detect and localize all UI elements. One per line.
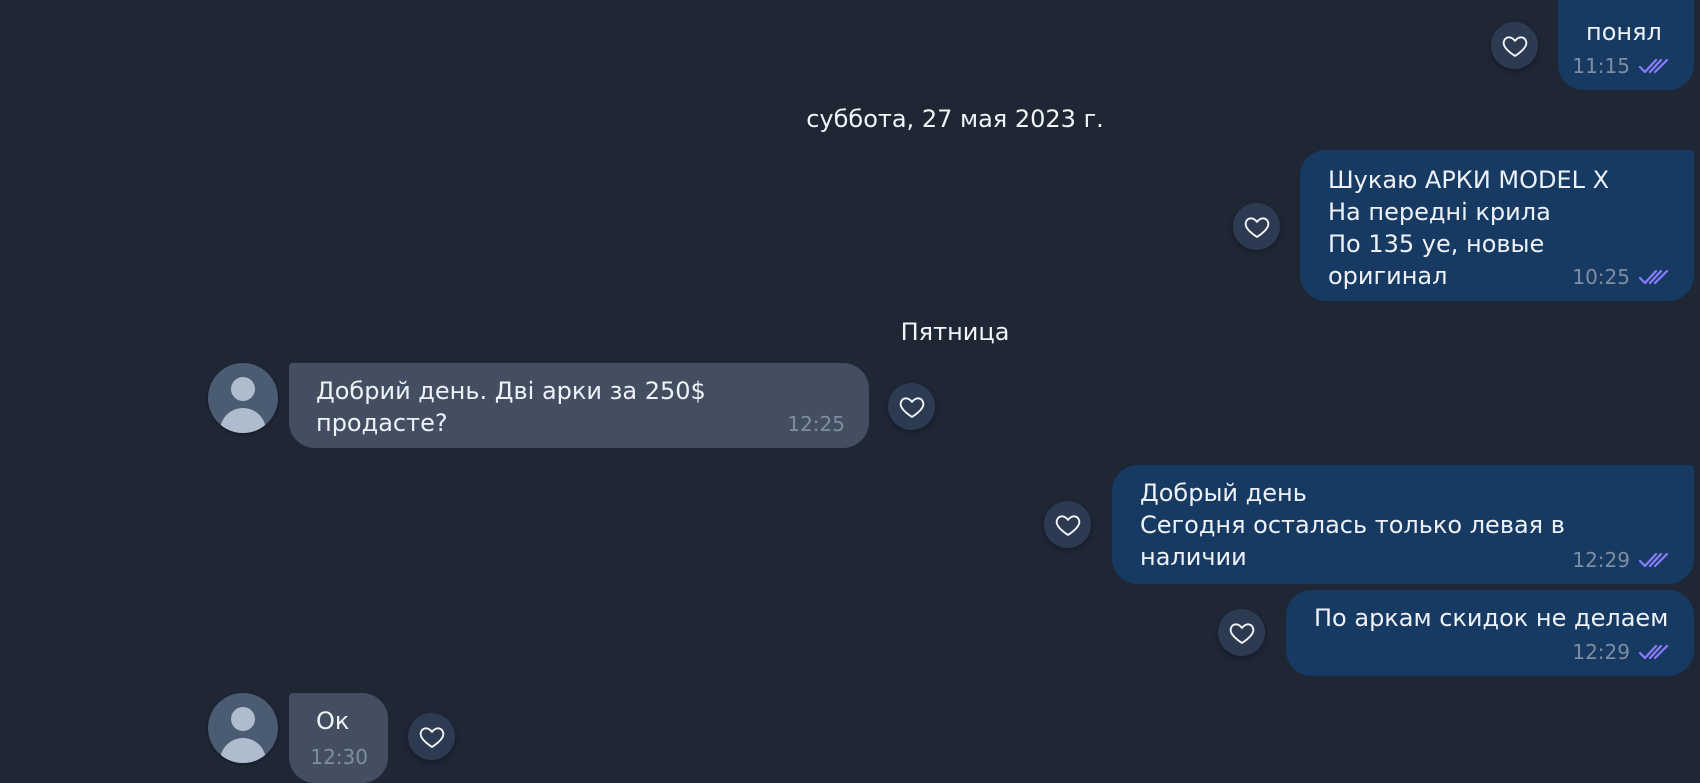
heart-icon[interactable] xyxy=(1233,203,1280,250)
message-text: Ок xyxy=(316,707,350,735)
message-time: 12:29 xyxy=(1572,640,1630,664)
message-time: 10:25 xyxy=(1572,265,1630,289)
message-text: понял xyxy=(1586,18,1662,46)
message-bubble-outgoing[interactable]: По аркам скидок не делаем 12:29 xyxy=(1286,590,1694,676)
double-check-icon xyxy=(1638,57,1670,75)
message-bubble-incoming[interactable]: Добрий день. Дві арки за 250$ продасте? … xyxy=(289,363,869,448)
message-text: По аркам скидок не делаем xyxy=(1314,604,1669,632)
user-avatar-icon[interactable] xyxy=(208,693,278,763)
date-separator: Пятница xyxy=(900,318,1010,346)
message-time: 11:15 xyxy=(1572,54,1630,78)
user-avatar-icon[interactable] xyxy=(208,363,278,433)
heart-icon[interactable] xyxy=(408,713,455,760)
message-bubble-outgoing[interactable]: Добрый день Сегодня осталась только лева… xyxy=(1112,465,1694,584)
double-check-icon xyxy=(1638,268,1670,286)
double-check-icon xyxy=(1638,551,1670,569)
message-bubble-outgoing[interactable]: понял 11:15 xyxy=(1558,0,1694,90)
message-bubble-outgoing[interactable]: Шукаю АРКИ MODEL X На передні крила По 1… xyxy=(1300,150,1694,301)
date-separator: суббота, 27 мая 2023 г. xyxy=(806,105,1104,133)
message-bubble-incoming[interactable]: Ок 12:30 xyxy=(289,693,388,783)
heart-icon[interactable] xyxy=(888,383,935,430)
heart-icon[interactable] xyxy=(1044,501,1091,548)
heart-icon[interactable] xyxy=(1491,22,1538,69)
message-time: 12:25 xyxy=(787,412,845,436)
message-time: 12:30 xyxy=(310,745,368,769)
double-check-icon xyxy=(1638,643,1670,661)
message-text: Добрий день. Дві арки за 250$ продасте? xyxy=(316,377,706,437)
message-time: 12:29 xyxy=(1572,548,1630,572)
heart-icon[interactable] xyxy=(1218,609,1265,656)
